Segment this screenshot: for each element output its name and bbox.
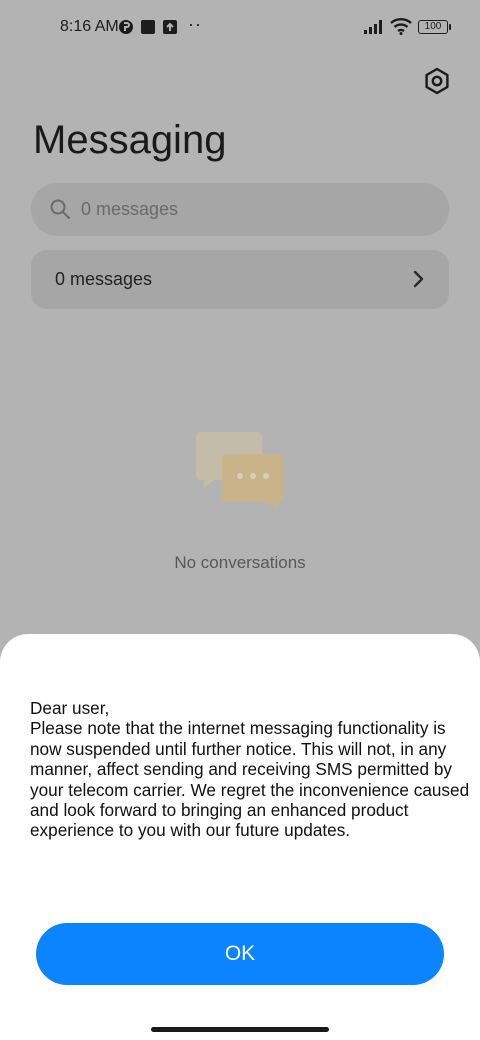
dialog-message: Dear user, Please note that the internet… (30, 698, 470, 841)
status-bar: 8:16 AM ·· 100 (0, 0, 480, 56)
chevron-right-icon (413, 270, 424, 288)
wifi-icon (390, 18, 412, 35)
search-placeholder: 0 messages (81, 199, 179, 219)
ok-button[interactable]: OK (36, 923, 444, 985)
search-icon (50, 199, 70, 219)
messages-row[interactable]: 0 messages (31, 250, 449, 309)
battery-icon: 100 (418, 20, 451, 34)
empty-state-text: No conversations (174, 553, 306, 572)
dialog-body: Please note that the internet messaging … (30, 718, 470, 841)
search-bar[interactable]: 0 messages (31, 183, 449, 236)
more-notifications-icon: ·· (188, 14, 202, 34)
upload-notification-icon (163, 20, 177, 34)
notice-dialog: Dear user, Please note that the internet… (0, 634, 480, 1040)
square-notification-icon (141, 20, 155, 34)
app-notification-icon (119, 20, 133, 34)
home-indicator[interactable] (151, 1027, 329, 1032)
dialog-greeting: Dear user, (30, 698, 110, 718)
chat-bubbles-icon (196, 432, 284, 510)
signal-icon (364, 20, 382, 34)
status-time: 8:16 AM (60, 18, 119, 35)
messages-row-label: 0 messages (55, 269, 153, 289)
messaging-screen: 8:16 AM ·· 100 Messaging 0 messages 0 me… (0, 0, 480, 1040)
page-title: Messaging (33, 118, 227, 162)
settings-icon[interactable] (422, 66, 452, 96)
